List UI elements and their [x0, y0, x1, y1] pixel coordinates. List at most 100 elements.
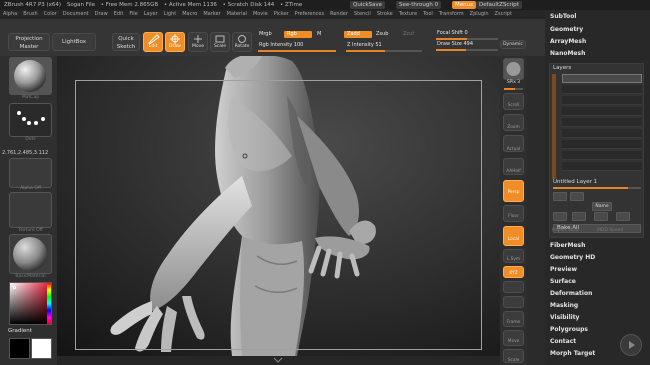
- main-color-swatch[interactable]: [31, 338, 52, 359]
- rotate-button[interactable]: Rotate: [232, 32, 252, 52]
- layer-duplicate-button[interactable]: [594, 212, 608, 221]
- gradient-label[interactable]: Gradient: [8, 328, 51, 334]
- stroke-thumbnail[interactable]: [9, 103, 52, 137]
- menu-item[interactable]: Document: [63, 11, 89, 17]
- menus-button[interactable]: Menus: [452, 1, 476, 9]
- rotate-y-button[interactable]: [503, 281, 524, 293]
- rgb-intensity-slider[interactable]: Rgb Intensity 100: [256, 42, 336, 49]
- projection-master-button[interactable]: Projection Master: [8, 33, 50, 51]
- fibermesh-menu[interactable]: FiberMesh: [550, 241, 648, 251]
- arraymesh-menu[interactable]: ArrayMesh: [550, 37, 648, 47]
- menu-item[interactable]: Picker: [274, 11, 289, 17]
- layer-slot[interactable]: [562, 140, 642, 149]
- menu-item[interactable]: Layer: [144, 11, 158, 17]
- zsub-button[interactable]: Zsub: [373, 31, 397, 38]
- rgb-button[interactable]: Rgb: [284, 31, 312, 38]
- layer-up-button[interactable]: [553, 192, 567, 201]
- quicksave-button[interactable]: QuickSave: [350, 1, 386, 9]
- masking-menu[interactable]: Masking: [550, 301, 648, 311]
- menu-item[interactable]: Texture: [399, 11, 417, 17]
- menu-item[interactable]: Marker: [203, 11, 220, 17]
- deformation-menu[interactable]: Deformation: [550, 289, 648, 299]
- import-mdd-button[interactable]: Import MDD: [552, 228, 579, 233]
- draw-button[interactable]: Draw: [165, 32, 185, 52]
- menu-item[interactable]: Preferences: [295, 11, 324, 17]
- quick-sketch-button[interactable]: Quick Sketch: [112, 33, 140, 51]
- surface-menu[interactable]: Surface: [550, 277, 648, 287]
- layer-slot[interactable]: [562, 85, 642, 94]
- menu-item[interactable]: Zscript: [495, 11, 512, 17]
- preview-menu[interactable]: Preview: [550, 265, 648, 275]
- scale-button[interactable]: Scale: [210, 32, 230, 52]
- default-zscript-button[interactable]: DefaultZScript: [476, 1, 522, 9]
- z-intensity-bar[interactable]: [346, 50, 422, 52]
- layer-slot[interactable]: [562, 74, 642, 83]
- layer-slot[interactable]: [562, 96, 642, 105]
- menu-item[interactable]: Light: [164, 11, 176, 17]
- subtool-menu[interactable]: SubTool: [550, 12, 648, 22]
- see-through-slider[interactable]: See-through 0: [396, 1, 442, 9]
- play-button[interactable]: [620, 334, 642, 356]
- menu-item[interactable]: Alpha: [3, 11, 17, 17]
- menu-item[interactable]: Draw: [95, 11, 108, 17]
- layers-scrollbar[interactable]: [552, 74, 556, 179]
- focal-shift-bar[interactable]: [436, 38, 498, 40]
- mdd-speed-slider[interactable]: MDD Speed: [597, 228, 623, 233]
- move-button[interactable]: Move: [188, 32, 208, 52]
- visibility-menu[interactable]: Visibility: [550, 313, 648, 323]
- layer-down-button[interactable]: [570, 192, 584, 201]
- menu-item[interactable]: Transform: [439, 11, 464, 17]
- collapse-arrow-icon[interactable]: [272, 356, 284, 365]
- menu-item[interactable]: Color: [44, 11, 57, 17]
- edit-button[interactable]: Edit: [143, 32, 163, 52]
- dynamic-button[interactable]: Dynamic: [500, 40, 526, 49]
- menu-item[interactable]: Material: [227, 11, 247, 17]
- bpr-button[interactable]: [503, 58, 524, 80]
- menu-item[interactable]: Macro: [182, 11, 197, 17]
- menu-item[interactable]: Stroke: [377, 11, 393, 17]
- layer-name-slider[interactable]: Untitled Layer 1: [553, 179, 641, 185]
- mrgb-button[interactable]: Mrgb: [256, 31, 284, 38]
- zadd-button[interactable]: Zadd: [344, 31, 372, 38]
- menu-item[interactable]: Tool: [423, 11, 433, 17]
- layer-merge-button[interactable]: [572, 212, 586, 221]
- color-picker[interactable]: [9, 282, 52, 325]
- m-button[interactable]: M: [314, 31, 328, 38]
- layer-split-button[interactable]: [553, 212, 567, 221]
- layer-slot[interactable]: [562, 118, 642, 127]
- menu-item[interactable]: Brush: [23, 11, 37, 17]
- rotate-z-button[interactable]: [503, 296, 524, 308]
- layer-intensity-bar[interactable]: [553, 187, 641, 189]
- menu-item[interactable]: Zplugin: [470, 11, 489, 17]
- alpha-thumbnail[interactable]: [9, 158, 52, 188]
- rgb-intensity-bar[interactable]: [258, 50, 336, 52]
- basic-material-thumbnail[interactable]: [9, 234, 52, 274]
- menu-item[interactable]: Render: [330, 11, 348, 17]
- menu-item[interactable]: Movie: [253, 11, 268, 17]
- secondary-color-swatch[interactable]: [9, 338, 30, 359]
- draw-size-bar[interactable]: [436, 49, 498, 51]
- texture-thumbnail[interactable]: [9, 192, 52, 228]
- focal-shift-slider[interactable]: Focal Shift 0: [434, 30, 496, 37]
- layers-title[interactable]: Layers: [553, 65, 571, 71]
- menu-item[interactable]: Edit: [114, 11, 124, 17]
- layer-slot[interactable]: [562, 129, 642, 138]
- spix-bar[interactable]: [504, 88, 523, 90]
- local-button[interactable]: [503, 226, 524, 246]
- menu-item[interactable]: File: [129, 11, 137, 17]
- layer-name-button[interactable]: Name: [592, 202, 612, 211]
- geometry-menu[interactable]: Geometry: [550, 25, 648, 35]
- lightbox-button[interactable]: LightBox: [52, 33, 96, 51]
- geometry-hd-menu[interactable]: Geometry HD: [550, 253, 648, 263]
- layer-slot[interactable]: [562, 151, 642, 160]
- layer-slot[interactable]: [562, 162, 642, 171]
- document-canvas[interactable]: [57, 56, 500, 356]
- layer-slot[interactable]: [562, 107, 642, 116]
- layer-delete-button[interactable]: [616, 212, 630, 221]
- nanomesh-menu[interactable]: NanoMesh: [550, 49, 648, 59]
- menu-item[interactable]: Stencil: [354, 11, 371, 17]
- zcut-button[interactable]: Zcut: [400, 31, 420, 38]
- z-intensity-slider[interactable]: Z Intensity 51: [344, 42, 422, 49]
- draw-size-slider[interactable]: Draw Size 494: [434, 41, 496, 48]
- material-thumbnail[interactable]: [9, 57, 52, 95]
